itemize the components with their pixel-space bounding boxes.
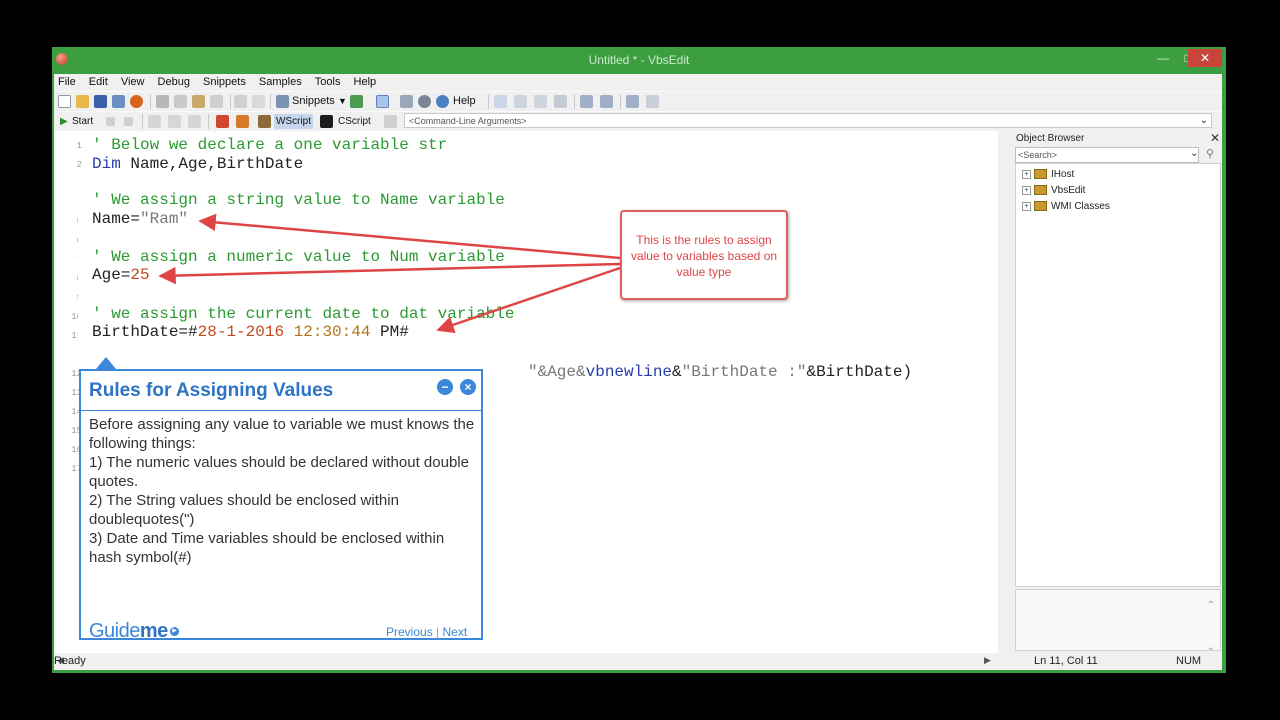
guide-rule-item: 3) Date and Time variables should be enc… xyxy=(89,530,445,566)
guide-divider xyxy=(81,410,481,411)
close-icon[interactable]: × xyxy=(460,379,476,395)
nav-separator: | xyxy=(436,625,440,639)
logo-text: me xyxy=(139,620,168,642)
callout-box: This is the rules to assign value to var… xyxy=(620,210,788,300)
guide-rule-item: 2) The String values should be enclosed … xyxy=(89,492,399,528)
minimize-icon[interactable]: − xyxy=(437,379,453,395)
guide-paragraph: Before assigning any value to variable w… xyxy=(89,416,475,452)
guideme-logo: Guideme ▶ xyxy=(89,620,179,643)
guide-navigation: Previous | Next xyxy=(386,625,467,639)
guide-pointer xyxy=(96,357,116,369)
arrow-to-birthdate xyxy=(436,266,621,334)
previous-link[interactable]: Previous xyxy=(386,625,433,639)
guide-popup: Rules for Assigning Values − × Before as… xyxy=(79,369,483,643)
arrow-to-name xyxy=(198,213,621,260)
logo-badge-icon: ▶ xyxy=(169,627,179,637)
logo-text: Guide xyxy=(89,620,140,642)
guide-title: Rules for Assigning Values xyxy=(89,380,334,401)
next-link[interactable]: Next xyxy=(443,625,468,639)
guide-rule-item: 1) The numeric values should be declared… xyxy=(89,454,469,490)
guide-body: Before assigning any value to variable w… xyxy=(89,415,477,567)
callout-text: This is the rules to assign value to var… xyxy=(630,233,778,279)
arrow-to-age xyxy=(158,262,621,285)
